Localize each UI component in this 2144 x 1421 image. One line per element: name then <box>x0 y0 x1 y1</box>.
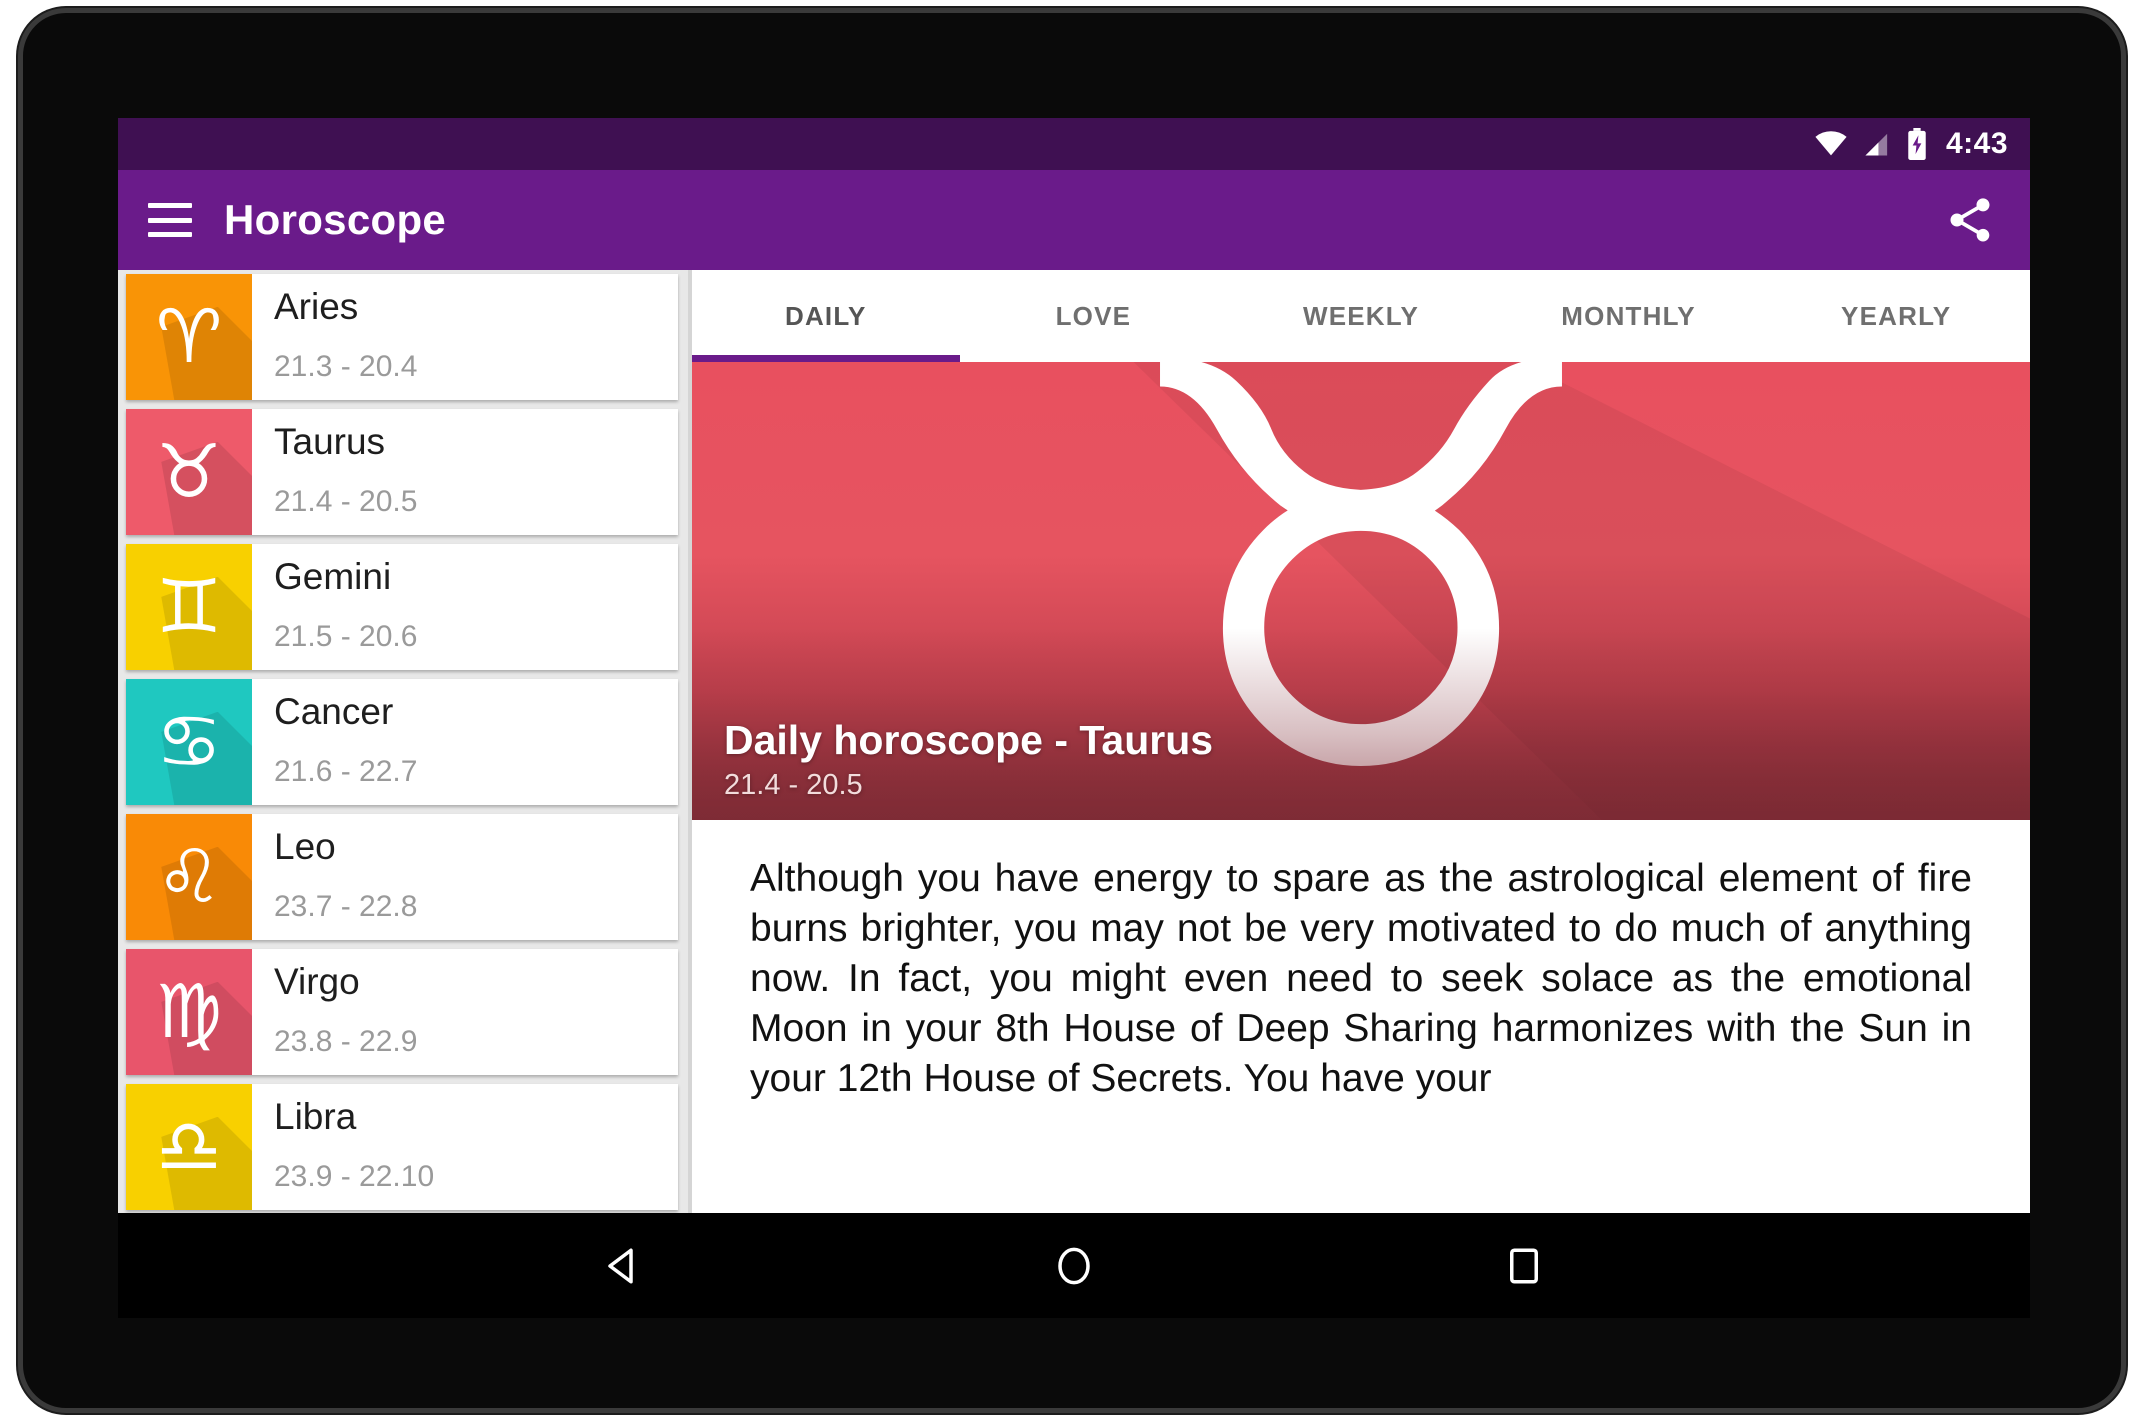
cellular-signal-icon <box>1862 131 1892 157</box>
device-screen: 4:43 Horoscope ♈ Aries 21.3 - 20.4 ♉ Taurus 2… <box>118 118 2030 1213</box>
sign-info: Taurus 21.4 - 20.5 <box>252 409 678 535</box>
home-circle-icon[interactable] <box>1039 1231 1109 1301</box>
sign-dates: 21.4 - 20.5 <box>274 485 418 518</box>
list-item[interactable]: ♌ Leo 23.7 - 22.8 <box>126 814 678 940</box>
tab-active-indicator <box>692 355 960 362</box>
menu-line <box>148 203 192 208</box>
sign-info: Gemini 21.5 - 20.6 <box>252 544 678 670</box>
sign-dates: 23.8 - 22.9 <box>274 1025 418 1058</box>
device-frame: 4:43 Horoscope ♈ Aries 21.3 - 20.4 ♉ Taurus 2… <box>18 8 2126 1413</box>
body-area: ♈ Aries 21.3 - 20.4 ♉ Taurus 21.4 - 20.5 ♊ Gemi… <box>118 270 2030 1213</box>
sign-color-tile: ♎ <box>126 1084 252 1210</box>
sign-name: Aries <box>274 286 359 327</box>
sign-dates: 21.5 - 20.6 <box>274 620 418 653</box>
tab-daily[interactable]: DAILY <box>692 270 960 362</box>
sign-info: Virgo 23.8 - 22.9 <box>252 949 678 1075</box>
content-pane: DAILY LOVE WEEKLY MONTHLY YEARLY ♉ Daily hor… <box>688 270 2030 1213</box>
list-item[interactable]: ♋ Cancer 21.6 - 22.7 <box>126 679 678 805</box>
sign-color-tile: ♊ <box>126 544 252 670</box>
list-item[interactable]: ♉ Taurus 21.4 - 20.5 <box>126 409 678 535</box>
wifi-icon <box>1814 131 1848 157</box>
hero-banner: ♉ Daily horoscope - Taurus 21.4 - 20.5 <box>692 362 2030 820</box>
sign-name: Libra <box>274 1096 357 1137</box>
status-time: 4:43 <box>1945 127 2008 160</box>
sign-color-tile: ♈ <box>126 274 252 400</box>
zodiac-glyph-icon: ♉ <box>155 429 223 515</box>
tab-monthly[interactable]: MONTHLY <box>1495 270 1763 362</box>
hero-title: Daily horoscope - Taurus <box>724 716 1214 763</box>
sign-info: Libra 23.9 - 22.10 <box>252 1084 678 1210</box>
sign-dates: 23.7 - 22.8 <box>274 890 418 923</box>
sign-dates: 21.6 - 22.7 <box>274 755 418 788</box>
sign-name: Gemini <box>274 556 392 597</box>
horoscope-text: Although you have energy to spare as the… <box>750 857 1972 1100</box>
list-item[interactable]: ♎ Libra 23.9 - 22.10 <box>126 1084 678 1210</box>
app-bar: Horoscope <box>118 170 2030 270</box>
horoscope-reading: Although you have energy to spare as the… <box>692 820 2030 1213</box>
menu-line <box>148 232 192 237</box>
hamburger-menu-icon[interactable] <box>148 203 192 237</box>
zodiac-glyph-icon: ♍ <box>155 969 223 1055</box>
tab-bar[interactable]: DAILY LOVE WEEKLY MONTHLY YEARLY <box>692 270 2030 362</box>
sign-color-tile: ♋ <box>126 679 252 805</box>
zodiac-glyph-icon: ♌ <box>155 834 223 920</box>
hero-text-block: Daily horoscope - Taurus 21.4 - 20.5 <box>724 716 1213 802</box>
android-navigation-bar <box>118 1213 2030 1318</box>
sign-color-tile: ♍ <box>126 949 252 1075</box>
zodiac-glyph-icon: ♈ <box>155 294 223 380</box>
sign-name: Taurus <box>274 421 386 462</box>
zodiac-glyph-icon: ♊ <box>155 564 223 650</box>
sign-name: Virgo <box>274 961 360 1002</box>
sign-info: Aries 21.3 - 20.4 <box>252 274 678 400</box>
sign-color-tile: ♌ <box>126 814 252 940</box>
recents-square-icon[interactable] <box>1489 1231 1559 1301</box>
sign-dates: 21.3 - 20.4 <box>274 350 418 383</box>
list-item[interactable]: ♍ Virgo 23.8 - 22.9 <box>126 949 678 1075</box>
zodiac-glyph-icon: ♋ <box>155 699 223 785</box>
status-bar: 4:43 <box>118 118 2030 170</box>
back-triangle-icon[interactable] <box>589 1231 659 1301</box>
tab-love[interactable]: LOVE <box>960 270 1228 362</box>
page-title: Horoscope <box>224 196 447 243</box>
sign-dates: 23.9 - 22.10 <box>274 1160 435 1193</box>
zodiac-glyph-icon: ♎ <box>155 1104 223 1190</box>
sign-name: Leo <box>274 826 336 867</box>
sign-color-tile: ♉ <box>126 409 252 535</box>
tab-yearly[interactable]: YEARLY <box>1762 270 2030 362</box>
list-item[interactable]: ♈ Aries 21.3 - 20.4 <box>126 274 678 400</box>
share-icon[interactable] <box>1940 190 2000 250</box>
sign-name: Cancer <box>274 691 394 732</box>
tab-weekly[interactable]: WEEKLY <box>1227 270 1495 362</box>
sign-info: Cancer 21.6 - 22.7 <box>252 679 678 805</box>
zodiac-sign-list[interactable]: ♈ Aries 21.3 - 20.4 ♉ Taurus 21.4 - 20.5 ♊ Gemi… <box>118 270 688 1213</box>
sign-info: Leo 23.7 - 22.8 <box>252 814 678 940</box>
list-item[interactable]: ♊ Gemini 21.5 - 20.6 <box>126 544 678 670</box>
menu-line <box>148 217 192 223</box>
battery-charging-icon <box>1906 128 1928 160</box>
hero-dates: 21.4 - 20.5 <box>724 769 863 801</box>
